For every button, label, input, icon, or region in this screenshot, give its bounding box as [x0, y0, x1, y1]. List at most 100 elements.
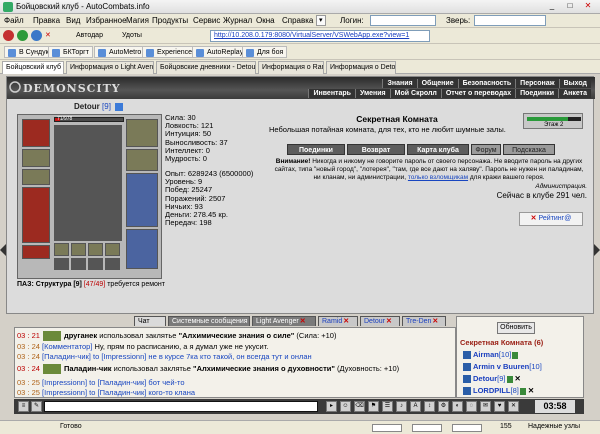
tab-light-avenger[interactable]: Информация о Light Avenger: [66, 61, 154, 74]
info-icon[interactable]: [512, 351, 519, 359]
player-item[interactable]: Airman[10]: [463, 350, 519, 360]
friends-icon[interactable]: ♥: [494, 401, 505, 412]
autodar-button[interactable]: Автодар: [76, 30, 103, 42]
menu-file[interactable]: Файл: [4, 16, 24, 25]
chat-time[interactable]: 03 : 25: [17, 378, 40, 387]
chat-time[interactable]: 03 : 21: [17, 331, 40, 340]
nav-skills[interactable]: Умения: [354, 89, 390, 98]
scroll-slot-6[interactable]: [71, 258, 86, 270]
chat-tab-detour[interactable]: Detour✕: [360, 316, 400, 326]
player-item[interactable]: Detour[9] ✕: [463, 374, 521, 384]
info-icon[interactable]: [115, 102, 124, 111]
close-all-button[interactable]: ✕: [45, 30, 51, 42]
info-icon[interactable]: [519, 387, 526, 395]
earring-slot[interactable]: [126, 119, 158, 147]
gloves-slot[interactable]: [126, 149, 158, 171]
player-item[interactable]: Armin v Buuren[10]: [463, 362, 542, 372]
rating-close-icon[interactable]: ✕: [531, 215, 537, 222]
minimize-button[interactable]: _: [544, 1, 560, 12]
link-experience[interactable]: Experience: [142, 46, 197, 58]
shield-slot[interactable]: [126, 173, 158, 227]
link-autometro[interactable]: AutoMetro: [94, 46, 146, 58]
chat-author[interactable]: Паладин-чик: [64, 364, 112, 373]
send-icon[interactable]: ▸: [326, 401, 337, 412]
link-autoreplay[interactable]: AutoReplay: [192, 46, 248, 58]
go-icon[interactable]: [17, 30, 28, 41]
settings-icon[interactable]: ⚙: [438, 401, 449, 412]
refresh-button[interactable]: Обновить: [497, 322, 535, 334]
tab-diaries[interactable]: Бойцовские дневники - Detour ...: [156, 61, 256, 74]
chat-log[interactable]: 03 : 21 друганек использовал заклятье "Ал…: [14, 327, 456, 398]
scroll-slot-5[interactable]: [54, 258, 69, 270]
nav-knowledge[interactable]: Знания: [382, 79, 417, 88]
nav-inventory[interactable]: Инвентарь: [308, 89, 355, 98]
chat-time[interactable]: 03 : 24: [17, 342, 40, 351]
chat-tab-tre-den-close-icon[interactable]: ✕: [432, 318, 438, 325]
chat-time[interactable]: 03 : 25: [17, 388, 40, 397]
nav-exit[interactable]: Выход: [558, 79, 591, 88]
chat-author[interactable]: [Impressionn]: [42, 378, 87, 387]
chat-tab-tre-den[interactable]: Tre-Den✕: [402, 316, 446, 326]
tab-fightclub[interactable]: Бойцовский клуб: [2, 61, 64, 74]
scroll-slot-1[interactable]: [54, 243, 69, 256]
scroll-slot-4[interactable]: [105, 243, 120, 256]
link-chest[interactable]: В Сундук: [4, 46, 53, 58]
nav-security[interactable]: Безопасность: [457, 79, 516, 88]
flasks-button[interactable]: Удоты: [122, 30, 142, 42]
nav-transfers[interactable]: Отчет о переводах: [440, 89, 516, 98]
stop-icon[interactable]: [3, 30, 14, 41]
combat-icon[interactable]: ✕: [528, 386, 534, 395]
scroll-slot-3[interactable]: [88, 243, 103, 256]
private-icon[interactable]: ✉: [480, 401, 491, 412]
character-name[interactable]: Detour [9]: [74, 102, 124, 111]
chat-tab-detour-close-icon[interactable]: ✕: [386, 318, 392, 325]
nav-duels[interactable]: Поединки: [515, 89, 559, 98]
clear-icon[interactable]: ⌫: [354, 401, 365, 412]
chat-input[interactable]: [44, 401, 318, 412]
login-field[interactable]: [370, 15, 436, 26]
forum-button[interactable]: Форум: [471, 144, 501, 155]
color-icon[interactable]: ◐: [452, 401, 463, 412]
player-name[interactable]: Armin v Buuren: [473, 362, 529, 371]
rating-badge[interactable]: ✕ Рейтинг@: [519, 212, 583, 226]
maximize-button[interactable]: □: [562, 1, 578, 12]
collapse-right-arrow-icon[interactable]: [594, 244, 600, 256]
weapon-slot-left[interactable]: [22, 169, 50, 185]
close-button[interactable]: ✕: [580, 1, 596, 12]
scroll-slot-2[interactable]: [71, 243, 86, 256]
address-input[interactable]: http://10.208.0.179:8080/VirtualServer/V…: [210, 30, 430, 42]
menu-windows[interactable]: Окна: [256, 16, 275, 25]
hint-button[interactable]: Подсказка: [503, 144, 555, 155]
armor-slot[interactable]: [22, 187, 50, 243]
scroll-slot-8[interactable]: [105, 258, 120, 270]
club-map-button[interactable]: Карта клуба: [407, 144, 469, 155]
player-item[interactable]: LORDPILL[8] ✕: [463, 386, 534, 396]
chat-tab-light-avenger-close-icon[interactable]: ✕: [300, 318, 306, 325]
room-minimap[interactable]: Этаж 2: [523, 113, 583, 129]
tab-ramid[interactable]: Информация о Ramid: [258, 61, 324, 74]
scroll-slot-7[interactable]: [88, 258, 103, 270]
chat-time[interactable]: 03 : 24: [17, 364, 40, 373]
chat-tab-light-avenger[interactable]: Light Avenger✕: [252, 316, 316, 326]
helmet-slot[interactable]: [22, 119, 50, 147]
nav-profile[interactable]: Анкета: [558, 89, 591, 98]
player-name[interactable]: LORDPILL: [473, 386, 511, 395]
scroll-icon[interactable]: ↕: [424, 401, 435, 412]
bracelet-slot[interactable]: [22, 149, 50, 167]
smile-icon[interactable]: ☺: [340, 401, 351, 412]
combat-icon[interactable]: ✕: [515, 374, 521, 383]
player-name[interactable]: Airman: [473, 350, 499, 359]
player-name[interactable]: Detour: [473, 374, 497, 383]
notice-link[interactable]: только взломщикам: [408, 174, 468, 181]
chat-tab-system[interactable]: Системные сообщения: [168, 316, 250, 326]
chat-author[interactable]: [Паладин-чик]: [42, 352, 91, 361]
options-button[interactable]: ▾: [316, 15, 326, 26]
menu-help[interactable]: Справка: [282, 16, 313, 25]
menu-favorites[interactable]: Избранное: [86, 16, 127, 25]
link-for-battle[interactable]: Для боя: [242, 46, 288, 58]
chat-time[interactable]: 03 : 24: [17, 352, 40, 361]
refresh-icon[interactable]: [31, 30, 42, 41]
menu-service[interactable]: Сервис: [193, 16, 220, 25]
menu-products[interactable]: Продукты: [152, 16, 188, 25]
sound-icon[interactable]: ♪: [396, 401, 407, 412]
